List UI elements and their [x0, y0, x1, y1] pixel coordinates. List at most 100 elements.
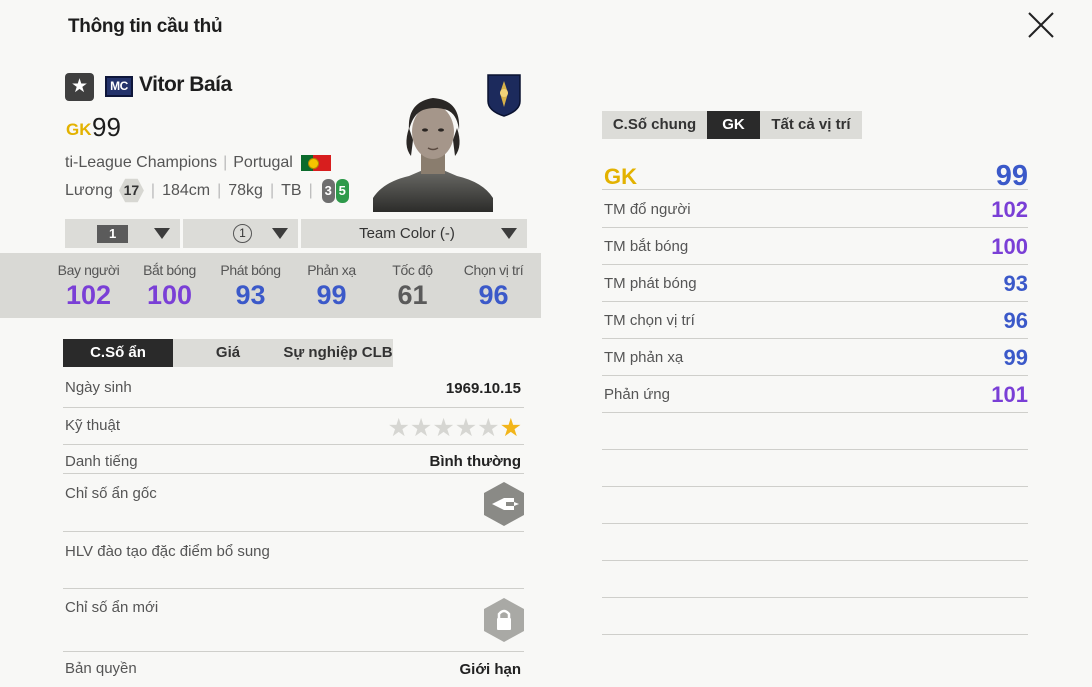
position-stat-label: TM phát bóng: [604, 275, 697, 292]
empty-stat-row: [602, 413, 1028, 450]
league-country-row: ti-League Champions | Portugal: [65, 154, 331, 172]
position-stat-label: TM đổ người: [604, 201, 691, 218]
chevron-down-icon: [272, 228, 288, 239]
card-options-row: 1 1 Team Color (-): [65, 219, 527, 248]
stat-value: 99: [316, 280, 347, 310]
weak-foot-icon: 3: [321, 178, 335, 203]
main-stat: Phát bóng 93: [210, 253, 291, 318]
position-stat-row: TM phát bóng 93: [602, 265, 1028, 302]
detail-tabs: C.Số ẩn Giá Sự nghiệp CLB: [63, 339, 393, 367]
player-weight: 78kg: [228, 181, 263, 199]
skill-label: Kỹ thuật: [65, 417, 121, 434]
position-stat-label: TM chọn vị trí: [604, 312, 695, 329]
empty-stat-row: [602, 598, 1028, 635]
empty-stat-row: [602, 524, 1028, 561]
position-stat-value: 101: [991, 382, 1028, 407]
stat-value: 61: [397, 280, 428, 310]
birth-label: Ngày sinh: [65, 379, 132, 396]
league-name: ti-League Champions: [65, 154, 218, 171]
salary-label: Lương: [65, 181, 113, 199]
position-stat-row: TM phản xạ 99: [602, 339, 1028, 376]
team-color-value: Team Color (-): [359, 225, 455, 242]
stat-value: 96: [478, 280, 509, 310]
stat-label: Bay người: [57, 262, 120, 278]
main-stat: Phản xạ 99: [291, 253, 372, 318]
stat-value: 93: [235, 280, 266, 310]
star-icon: ★: [65, 73, 94, 101]
fame-value: Bình thường: [429, 453, 521, 470]
position-stat-value: 93: [1003, 271, 1028, 296]
star-icon: ★: [454, 414, 478, 442]
season-badge: MC: [105, 76, 133, 97]
page-title: Thông tin cầu thủ: [68, 16, 223, 37]
tab-general-stats[interactable]: C.Số chung: [602, 111, 707, 139]
upgrade-value: 1: [233, 224, 252, 243]
detail-row-new-hidden: Chỉ số ẩn mới: [63, 589, 524, 652]
strong-foot-icon: 5: [335, 178, 349, 203]
detail-row-skill: Kỹ thuật ★★★★★★: [63, 408, 524, 445]
portugal-flag-icon: [300, 155, 331, 171]
star-icon: ★: [477, 414, 500, 442]
main-stat: Bay người 102: [48, 253, 129, 318]
close-icon[interactable]: [1026, 10, 1056, 40]
gk-trait-icon[interactable]: [484, 482, 524, 526]
salary-badge: 17: [118, 178, 144, 203]
chevron-down-icon: [501, 228, 517, 239]
fame-label: Danh tiếng: [65, 453, 138, 470]
level-dropdown[interactable]: 1: [65, 219, 180, 248]
birth-value: 1969.10.15: [445, 380, 521, 397]
main-stats-band: Bay người 102 Bắt bóng 100 Phát bóng 93 …: [0, 253, 541, 318]
lock-icon[interactable]: [484, 598, 524, 642]
empty-stat-row: [602, 561, 1028, 598]
position-value: 99: [995, 160, 1028, 192]
main-stat: Chọn vị trí 96: [453, 253, 534, 318]
stat-label: Tốc độ: [392, 262, 433, 278]
detail-row-fame: Danh tiếng Bình thường: [63, 445, 524, 474]
copyright-label: Bản quyền: [65, 660, 137, 677]
new-hidden-label: Chỉ số ẩn mới: [65, 599, 159, 616]
player-ovr: 99: [92, 112, 121, 142]
star-icon: ★: [409, 414, 433, 442]
position-stat-value: 100: [991, 234, 1028, 259]
position-stat-value: 99: [1003, 345, 1028, 370]
player-name: Vitor Baía: [139, 73, 232, 96]
tab-gk[interactable]: GK: [707, 111, 760, 139]
stat-label: Chọn vị trí: [463, 262, 524, 278]
empty-stat-row: [602, 487, 1028, 524]
icon-season-emblem: [487, 74, 521, 117]
team-color-dropdown[interactable]: Team Color (-): [301, 219, 527, 248]
empty-stat-row: [602, 450, 1028, 487]
position-stat-label: Phản ứng: [604, 386, 670, 403]
position-stat-label: TM bắt bóng: [604, 238, 689, 255]
position-stat-row: Phản ứng 101: [602, 376, 1028, 413]
player-portrait: [373, 98, 493, 212]
hidden-traits-label: Chỉ số ẩn gốc: [65, 485, 157, 502]
upgrade-dropdown[interactable]: 1: [183, 219, 298, 248]
stat-value: 102: [65, 280, 112, 310]
star-icon: ★: [432, 414, 455, 442]
star-filled-icon: ★: [499, 414, 522, 442]
level-value: 1: [97, 224, 129, 243]
tab-all-positions[interactable]: Tất cả vị trí: [760, 111, 862, 139]
tab-club-career[interactable]: Sự nghiệp CLB: [283, 339, 393, 367]
main-stat: Bắt bóng 100: [129, 253, 210, 318]
stat-label: Phát bóng: [220, 262, 281, 278]
position-stat-label: TM phản xạ: [604, 349, 684, 366]
position-label: GK: [604, 164, 637, 189]
coach-label: HLV đào tạo đặc điểm bổ sung: [65, 543, 270, 560]
position-stat-value: 96: [1003, 308, 1028, 333]
star-icon: ★: [387, 414, 410, 442]
position-summary: GK 99: [602, 157, 1028, 192]
main-stat: Tốc độ 61: [372, 253, 453, 318]
chevron-down-icon: [154, 228, 170, 239]
tab-price[interactable]: Giá: [173, 339, 283, 367]
detail-row-copyright: Bản quyền Giới hạn: [63, 652, 524, 687]
skill-stars: ★★★★★★: [387, 413, 522, 443]
detail-row-hidden-traits: Chỉ số ẩn gốc: [63, 474, 524, 532]
stat-value: 100: [146, 280, 193, 310]
stat-label: Phản xạ: [307, 262, 356, 278]
player-height: 184cm: [162, 181, 211, 199]
copyright-value: Giới hạn: [459, 661, 521, 678]
position-stat-row: TM chọn vị trí 96: [602, 302, 1028, 339]
tab-hidden-stats[interactable]: C.Số ẩn: [63, 339, 173, 367]
